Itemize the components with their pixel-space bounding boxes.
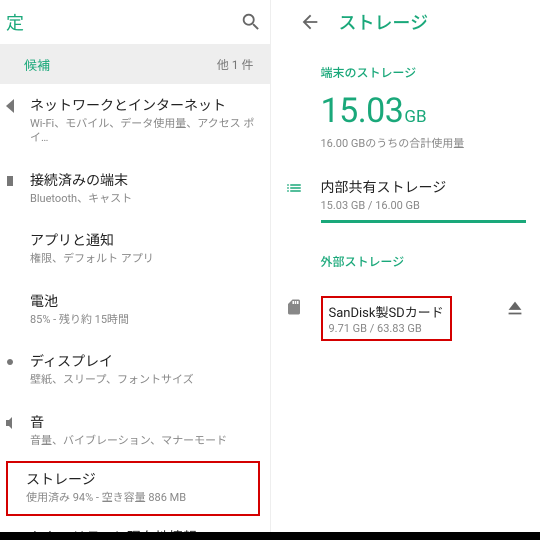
external-storage-item[interactable]: SanDisk製SDカード 9.71 GB / 63.83 GB (285, 296, 527, 341)
storage-total: 15.03GB (321, 91, 527, 131)
right-topbar: ストレージ (271, 0, 540, 44)
sd-card-icon (285, 296, 321, 316)
device-storage-label: 端末のストレージ (321, 64, 527, 81)
settings-item-storage[interactable]: ストレージ 使用済み 94% - 空き容量 886 MB (6, 461, 260, 515)
item-sub: 権限、デフォルト アプリ (30, 252, 258, 266)
item-title: ネットワークとインターネット (30, 97, 258, 115)
suggestion-more: 他 1 件 (217, 56, 254, 73)
settings-item-display[interactable]: ディスプレイ 壁紙、スリープ、フォントサイズ (0, 340, 270, 400)
bottom-strip (0, 532, 540, 540)
item-sub: 85% - 残り約 15時間 (30, 313, 258, 327)
back-icon[interactable] (299, 11, 321, 33)
suggestion-bar[interactable]: 候補 他 1 件 (0, 44, 270, 84)
search-icon[interactable] (240, 11, 262, 33)
external-storage-label: 外部ストレージ (321, 253, 527, 270)
item-title: 接続済みの端末 (30, 172, 258, 190)
external-title: SanDisk製SDカード (329, 302, 444, 321)
settings-item-network[interactable]: ネットワークとインターネット Wi-Fi、モバイル、データ使用量、アクセス ポイ… (0, 84, 270, 159)
item-sub: 壁紙、スリープ、フォントサイズ (30, 373, 258, 387)
settings-title-partial: 定 (6, 9, 24, 35)
item-title: ディスプレイ (30, 353, 258, 371)
storage-title: ストレージ (339, 9, 429, 35)
item-title: 音 (30, 414, 258, 432)
external-highlight-box: SanDisk製SDカード 9.71 GB / 63.83 GB (321, 296, 452, 341)
internal-progress-bar (321, 220, 527, 223)
settings-item-connected[interactable]: 接続済みの端末 Bluetooth、キャスト (0, 159, 270, 219)
storage-total-sub: 16.00 GBのうちの合計使用量 (321, 135, 527, 151)
settings-item-sound[interactable]: 音 音量、バイブレーション、マナーモード (0, 401, 270, 461)
eject-icon[interactable] (504, 296, 526, 318)
item-sub: 使用済み 94% - 空き容量 886 MB (26, 491, 252, 505)
suggestion-label: 候補 (24, 55, 50, 74)
item-sub: Bluetooth、キャスト (30, 192, 258, 206)
item-sub: Wi-Fi、モバイル、データ使用量、アクセス ポイ… (30, 117, 258, 146)
settings-list: ネットワークとインターネット Wi-Fi、モバイル、データ使用量、アクセス ポイ… (0, 84, 270, 540)
internal-sub: 15.03 GB / 16.00 GB (321, 199, 527, 212)
settings-item-apps[interactable]: アプリと通知 権限、デフォルト アプリ (0, 219, 270, 279)
settings-item-battery[interactable]: 電池 85% - 残り約 15時間 (0, 280, 270, 340)
internal-storage-item[interactable]: 内部共有ストレージ 15.03 GB / 16.00 GB (285, 177, 527, 223)
item-title: ストレージ (26, 471, 252, 489)
storage-total-value: 15.03 (321, 91, 404, 131)
storage-pane: ストレージ 端末のストレージ 15.03GB 16.00 GBのうちの合計使用量… (271, 0, 540, 540)
item-title: アプリと通知 (30, 232, 258, 250)
internal-title: 内部共有ストレージ (321, 177, 527, 197)
storage-icon (285, 177, 321, 197)
storage-total-unit: GB (404, 107, 426, 127)
item-sub: 音量、バイブレーション、マナーモード (30, 434, 258, 448)
left-topbar: 定 (0, 0, 270, 44)
settings-pane: 定 候補 他 1 件 ネットワークとインターネット Wi-Fi、モバイル、データ… (0, 0, 271, 540)
external-sub: 9.71 GB / 63.83 GB (329, 322, 444, 335)
item-title: 電池 (30, 293, 258, 311)
